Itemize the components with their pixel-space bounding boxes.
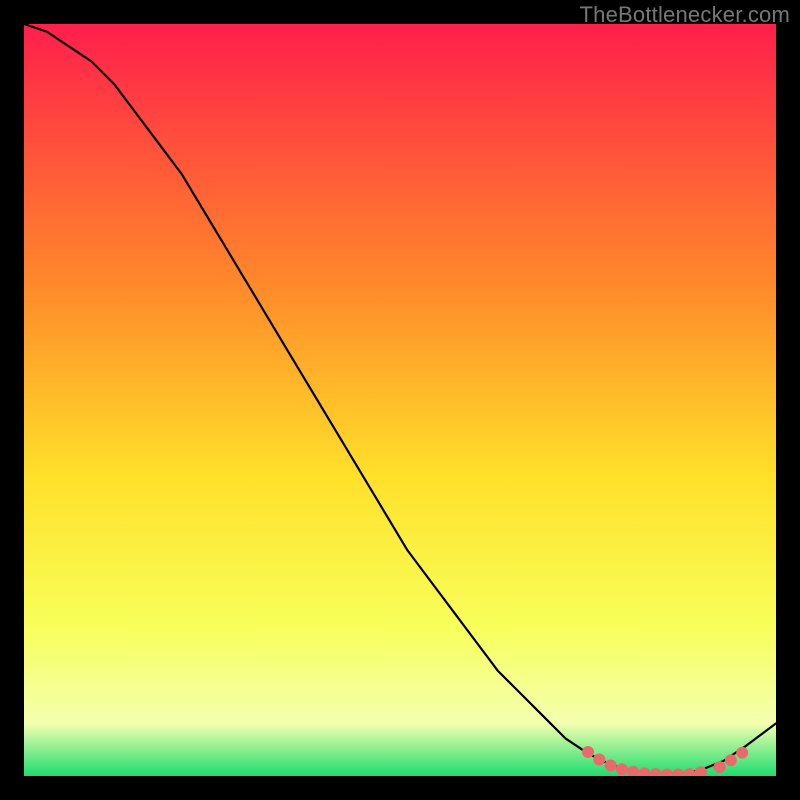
curve-marker xyxy=(593,753,605,765)
curve-marker xyxy=(714,761,726,773)
curve-marker xyxy=(605,759,617,771)
plot-area xyxy=(24,24,776,776)
curve-marker xyxy=(736,747,748,759)
chart-stage: TheBottlenecker.com xyxy=(0,0,800,800)
curve-marker xyxy=(616,763,628,775)
chart-background xyxy=(24,24,776,776)
chart-svg xyxy=(24,24,776,776)
curve-marker xyxy=(582,746,594,758)
curve-marker xyxy=(725,754,737,766)
